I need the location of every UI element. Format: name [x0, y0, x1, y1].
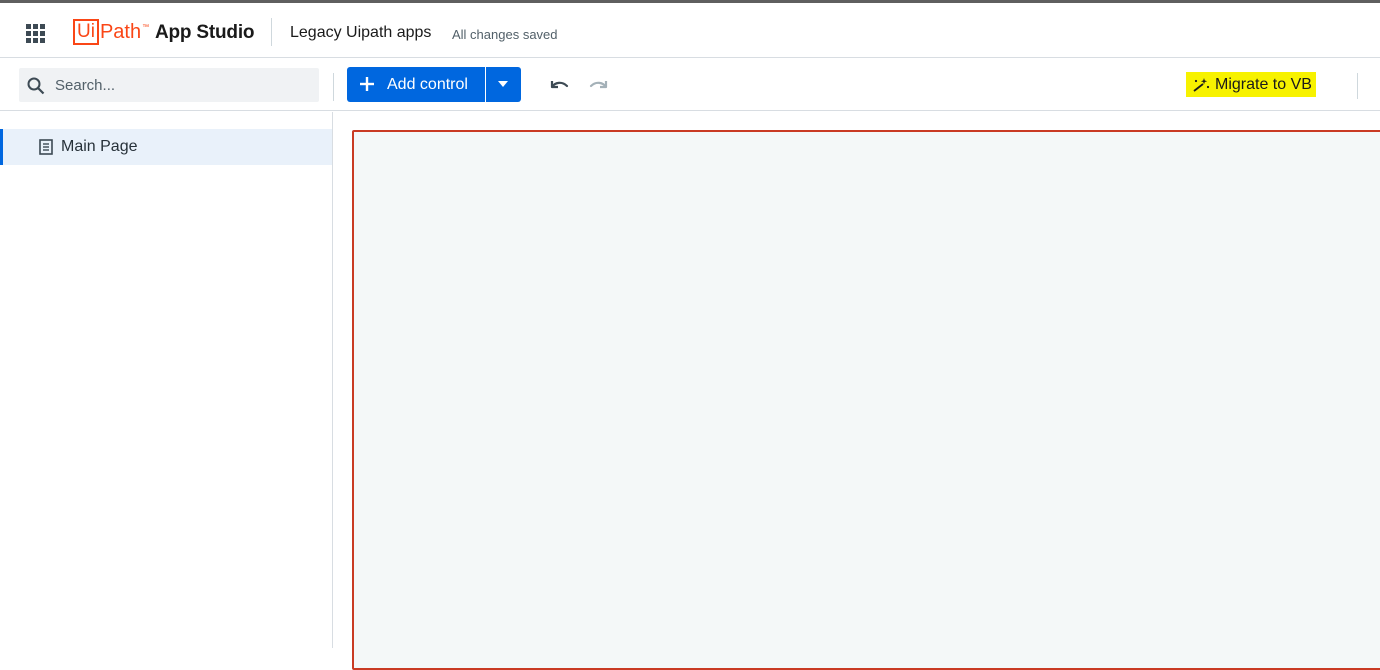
toolbar-divider: [333, 73, 334, 101]
design-canvas[interactable]: [352, 130, 1380, 670]
app-header: Ui Path ™ App Studio Legacy Uipath apps …: [0, 3, 1380, 58]
toolbar: Add control Migrate to VB: [0, 59, 1380, 111]
logo-box-text: Ui: [73, 19, 99, 45]
magic-wand-icon: [1193, 77, 1210, 92]
sidebar-item-main-page[interactable]: Main Page: [0, 129, 332, 165]
logo-path-text: Path: [99, 20, 142, 43]
plus-icon: [360, 77, 374, 91]
add-control-label: Add control: [387, 76, 468, 93]
save-status: All changes saved: [452, 27, 558, 42]
toolbar-divider-right: [1357, 73, 1358, 99]
redo-icon: [589, 81, 608, 89]
selected-indicator: [0, 129, 3, 165]
migrate-label: Migrate to VB: [1215, 75, 1312, 93]
app-name: App Studio: [155, 22, 255, 43]
redo-button[interactable]: [587, 73, 611, 97]
undo-icon: [550, 81, 569, 89]
uipath-logo: Ui Path ™: [73, 19, 149, 45]
search-input[interactable]: [55, 68, 315, 102]
search-box: [19, 68, 319, 102]
header-divider: [271, 18, 272, 46]
add-control-dropdown-button[interactable]: [486, 67, 521, 102]
page-sidebar: Main Page: [0, 112, 333, 648]
logo-trademark: ™: [142, 23, 150, 31]
search-icon: [27, 77, 45, 95]
add-control-button[interactable]: Add control: [347, 67, 485, 102]
project-name[interactable]: Legacy Uipath apps: [290, 24, 431, 42]
migrate-to-vb-button[interactable]: Migrate to VB: [1186, 72, 1316, 97]
chevron-down-icon: [498, 81, 508, 87]
undo-button[interactable]: [547, 73, 571, 97]
sidebar-item-label: Main Page: [61, 138, 138, 155]
page-icon: [39, 139, 53, 155]
apps-grid-icon[interactable]: [26, 24, 46, 44]
